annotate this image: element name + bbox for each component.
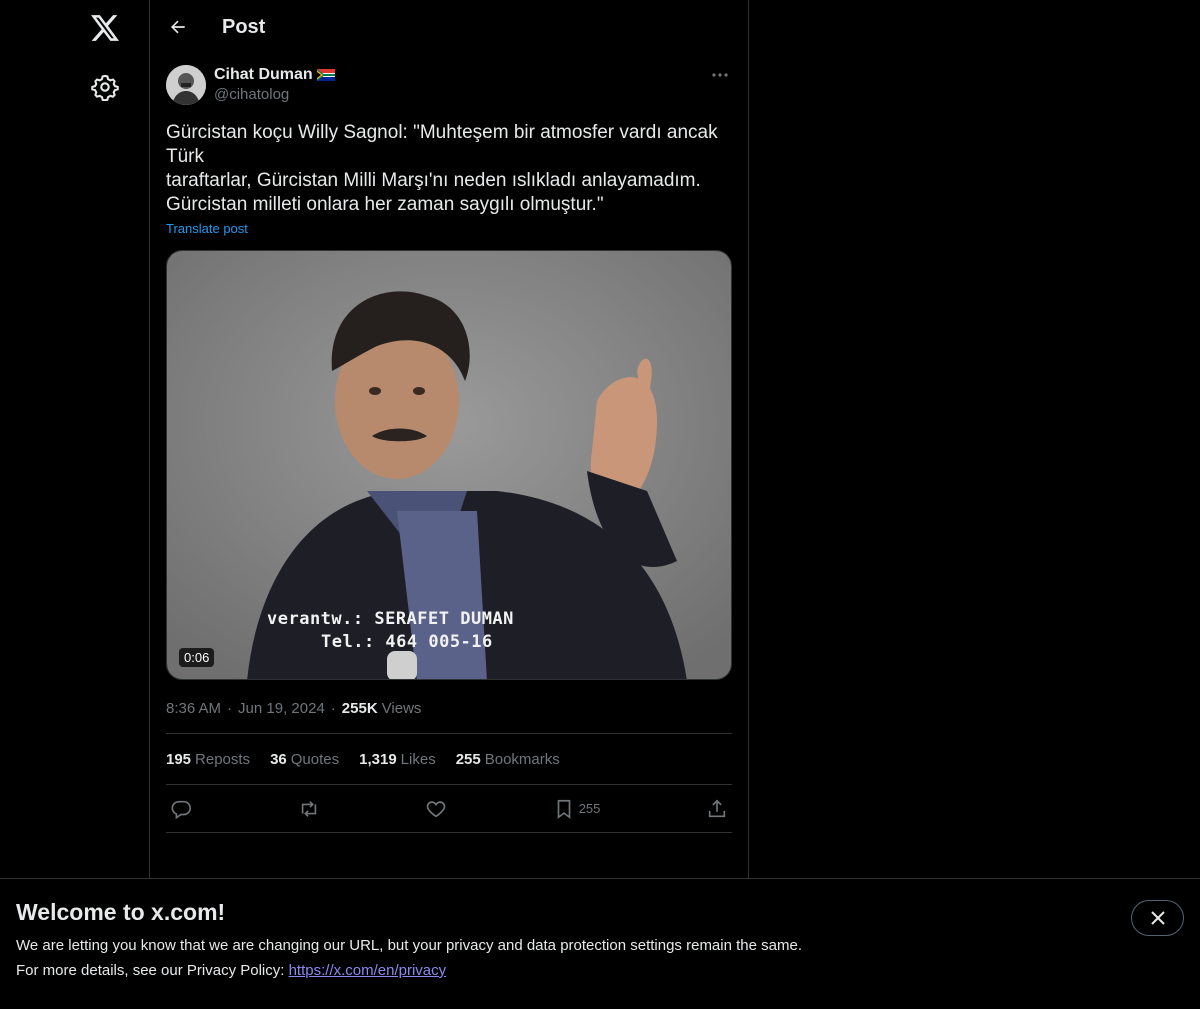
banner-details-text: For more details, see our Privacy Policy… bbox=[16, 962, 289, 979]
likes-stat[interactable]: 1,319 Likes bbox=[359, 751, 436, 768]
likes-label: Likes bbox=[400, 750, 436, 768]
reposts-label: Reposts bbox=[195, 750, 251, 768]
views-label: Views bbox=[381, 699, 422, 717]
x-logo-icon[interactable] bbox=[87, 10, 123, 46]
gear-icon[interactable] bbox=[91, 73, 119, 102]
quotes-stat[interactable]: 36 Quotes bbox=[270, 751, 339, 768]
likes-count: 1,319 bbox=[359, 750, 397, 768]
post-text: Gürcistan koçu Willy Sagnol: "Muhteşem b… bbox=[166, 122, 718, 215]
quotes-count: 36 bbox=[270, 750, 287, 768]
post-date[interactable]: Jun 19, 2024 bbox=[238, 700, 325, 717]
top-bar: Post bbox=[150, 0, 748, 54]
separator-dot: · bbox=[227, 699, 233, 717]
views-count: 255K bbox=[341, 699, 378, 717]
avatar[interactable] bbox=[166, 65, 206, 105]
repost-button[interactable] bbox=[298, 798, 320, 820]
video-duration: 0:06 bbox=[179, 648, 215, 667]
bookmark-count: 255 bbox=[578, 801, 601, 816]
page-title: Post bbox=[222, 15, 266, 38]
close-icon bbox=[1150, 911, 1165, 925]
post-time[interactable]: 8:36 AM bbox=[166, 700, 221, 717]
left-nav bbox=[0, 0, 150, 1009]
reposts-stat[interactable]: 195 Reposts bbox=[166, 751, 250, 768]
heart-icon bbox=[426, 800, 446, 817]
bookmarks-count: 255 bbox=[455, 750, 481, 768]
author-handle[interactable]: @cihatolog bbox=[214, 85, 335, 105]
bookmarks-label: Bookmarks bbox=[484, 750, 560, 768]
like-button[interactable] bbox=[425, 798, 447, 820]
post-stats: 195 Reposts 36 Quotes 1,319 Likes 255 Bookma… bbox=[166, 733, 732, 785]
post: Cihat Duman @cihatolog Gürcistan koçu Wi… bbox=[150, 65, 748, 833]
share-icon bbox=[708, 799, 726, 817]
author-info: Cihat Duman @cihatolog bbox=[214, 65, 335, 105]
author-name-text: Cihat Duman bbox=[214, 66, 313, 83]
repost-icon bbox=[301, 800, 316, 817]
arrow-left-icon[interactable] bbox=[160, 9, 196, 45]
reposts-count: 195 bbox=[166, 750, 192, 768]
main-column: Post Cihat Duman @cihatolog Gürcistan ko… bbox=[149, 0, 749, 1009]
reply-button[interactable] bbox=[170, 798, 192, 820]
post-actions: 255 bbox=[166, 785, 732, 833]
share-button[interactable] bbox=[706, 798, 728, 820]
bookmark-icon bbox=[557, 799, 571, 819]
video-player[interactable]: verantw.: SERAFET DUMAN Tel.: 464 005-16… bbox=[166, 250, 732, 680]
south-africa-flag-icon bbox=[316, 69, 335, 81]
post-meta: 8:36 AM · Jun 19, 2024 · 255K Views bbox=[166, 696, 732, 720]
welcome-banner: Welcome to x.com! We are letting you kno… bbox=[0, 878, 1200, 1009]
author-row: Cihat Duman @cihatolog bbox=[166, 65, 732, 105]
reply-icon bbox=[171, 800, 191, 819]
more-horizontal-icon[interactable] bbox=[708, 65, 732, 85]
author-name[interactable]: Cihat Duman bbox=[214, 65, 335, 85]
banner-details: For more details, see our Privacy Policy… bbox=[16, 962, 446, 979]
close-button[interactable] bbox=[1131, 900, 1184, 936]
banner-message: We are letting you know that we are chan… bbox=[16, 937, 802, 954]
banner-title: Welcome to x.com! bbox=[16, 899, 226, 925]
translate-post-link[interactable]: Translate post bbox=[166, 221, 248, 236]
quotes-label: Quotes bbox=[290, 750, 340, 768]
separator-dot: · bbox=[330, 699, 336, 717]
video-caption-line1: verantw.: SERAFET DUMAN bbox=[267, 609, 514, 629]
video-caption-line2: Tel.: 464 005-16 bbox=[321, 632, 493, 652]
bookmarks-stat[interactable]: 255 Bookmarks bbox=[456, 751, 560, 768]
bookmark-button[interactable]: 255 bbox=[553, 798, 601, 820]
privacy-policy-link[interactable]: https://x.com/en/privacy bbox=[289, 962, 447, 979]
